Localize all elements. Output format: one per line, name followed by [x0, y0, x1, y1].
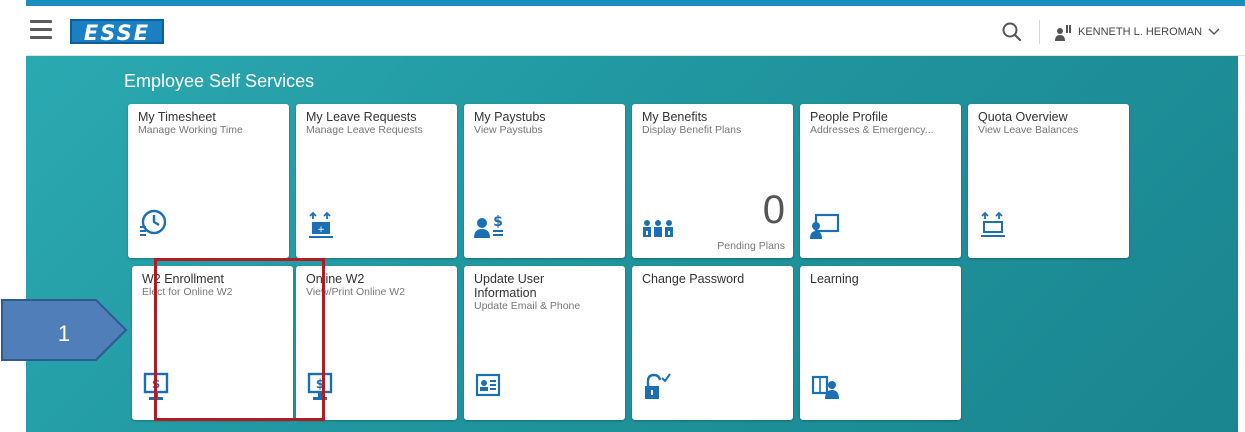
tile-title: People Profile	[810, 110, 888, 124]
leave-balance-icon	[981, 211, 1005, 237]
section-title: Employee Self Services	[124, 71, 315, 91]
svg-text:$: $	[493, 214, 503, 230]
tile-subtitle: Manage Leave Requests	[306, 124, 423, 136]
tile-subtitle: Display Benefit Plans	[642, 124, 742, 136]
tile-title: My Benefits	[642, 110, 708, 124]
tile-title: Learning	[810, 272, 859, 286]
top-bar: ESSE KENNETH L. HEROMAN	[26, 0, 1245, 56]
person-screen-icon	[810, 213, 840, 239]
tile-title: Quota Overview	[978, 110, 1068, 124]
search-icon[interactable]	[999, 19, 1025, 45]
highlight-box	[154, 258, 325, 421]
step-number: 1	[57, 321, 71, 346]
tile-subtitle: View Leave Balances	[978, 124, 1079, 136]
tile-change-password[interactable]: Change Password	[632, 266, 793, 420]
tile-subtitle: Manage Working Time	[138, 124, 243, 136]
clock-list-icon	[140, 209, 167, 236]
person-dollar-icon: $	[474, 214, 503, 238]
tile-my-benefits[interactable]: My Benefits Display Benefit Plans 0 Pend…	[632, 104, 793, 258]
tile-title: My Leave Requests	[306, 110, 417, 124]
leave-request-icon: +	[309, 211, 333, 238]
id-card-icon	[475, 373, 501, 397]
tile-subtitle: Update Email & Phone	[474, 300, 581, 312]
tile-subtitle: View/Print Online W2	[306, 286, 406, 298]
group-benefits-icon	[643, 220, 673, 237]
tile-update-user-information[interactable]: Update User Information Update Email & P…	[464, 266, 625, 420]
launchpad: ESSE KENNETH L. HEROMAN Employee Self Se…	[26, 0, 1245, 432]
user-name: KENNETH L. HEROMAN	[1078, 26, 1203, 38]
pending-plans-count: 0	[762, 188, 785, 232]
book-person-icon	[811, 375, 839, 399]
svg-text:+: +	[317, 225, 325, 235]
tile-title: Update User Information	[474, 272, 545, 300]
tile-my-timesheet[interactable]: My Timesheet Manage Working Time	[128, 104, 289, 258]
tile-title: My Paystubs	[474, 110, 546, 124]
tile-my-paystubs[interactable]: My Paystubs View Paystubs $	[464, 104, 625, 258]
tile-title: My Timesheet	[138, 110, 216, 124]
tile-title: Online W2	[306, 272, 365, 286]
user-menu[interactable]: KENNETH L. HEROMAN	[1039, 20, 1220, 44]
chevron-down-icon[interactable]	[1208, 27, 1220, 37]
tile-subtitle: View Paystubs	[474, 124, 543, 136]
tile-my-leave-requests[interactable]: My Leave Requests Manage Leave Requests …	[296, 104, 457, 258]
user-icon	[1055, 25, 1071, 41]
menu-icon[interactable]	[30, 20, 52, 40]
unlock-check-icon	[645, 373, 671, 399]
app-logo[interactable]: ESSE	[70, 19, 164, 45]
tile-subtitle: Addresses & Emergency...	[810, 124, 934, 136]
tile-people-profile[interactable]: People Profile Addresses & Emergency...	[800, 104, 961, 258]
tile-footer: Pending Plans	[717, 240, 785, 252]
tile-quota-overview[interactable]: Quota Overview View Leave Balances	[968, 104, 1129, 258]
tile-title: Change Password	[642, 272, 745, 286]
tile-learning[interactable]: Learning	[800, 266, 961, 420]
